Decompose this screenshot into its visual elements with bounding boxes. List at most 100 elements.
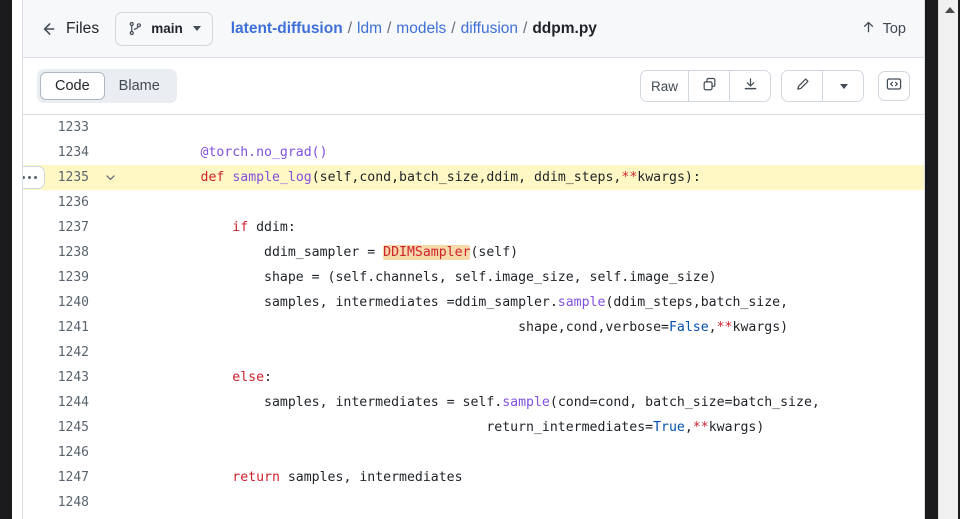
breadcrumb-separator: / bbox=[386, 19, 392, 37]
code-token: else bbox=[232, 370, 265, 385]
scroll-to-top-button[interactable]: Top bbox=[861, 19, 910, 39]
breadcrumb-item-diffusion[interactable]: diffusion bbox=[461, 20, 518, 38]
code-line-text bbox=[123, 440, 924, 465]
file-actions-group: Raw bbox=[639, 70, 771, 102]
edit-actions-group bbox=[781, 70, 864, 102]
code-line[interactable]: 1238 ddim_sampler = DDIMSampler(self) bbox=[23, 240, 924, 265]
file-viewer-window: Files main latent-diffusion / ldm / mode… bbox=[0, 0, 960, 519]
copy-button[interactable] bbox=[689, 71, 730, 101]
symbols-panel-button[interactable] bbox=[878, 71, 910, 101]
code-token: ** bbox=[692, 420, 709, 435]
code-token: @torch.no_grad() bbox=[200, 145, 328, 160]
page-background bbox=[12, 0, 22, 519]
code-line[interactable]: 1239 shape = (self.channels, self.image_… bbox=[23, 265, 924, 290]
branch-name-label: main bbox=[151, 21, 183, 36]
code-line[interactable]: 1247 return samples, intermediates bbox=[23, 465, 924, 490]
code-line[interactable]: 1242 bbox=[23, 340, 924, 365]
code-token: def bbox=[200, 170, 225, 185]
code-token: ** bbox=[716, 320, 733, 335]
chevron-down-icon bbox=[840, 83, 848, 89]
edit-dropdown-button[interactable] bbox=[823, 71, 863, 101]
line-number[interactable]: 1239 bbox=[23, 265, 97, 290]
code-token: (self) bbox=[470, 245, 519, 260]
download-icon bbox=[743, 77, 758, 95]
line-number[interactable]: 1248 bbox=[23, 490, 97, 515]
code-line[interactable]: 1234 @torch.no_grad() bbox=[23, 140, 924, 165]
tab-blame[interactable]: Blame bbox=[105, 72, 174, 100]
code-line[interactable]: 1237 if ddim: bbox=[23, 215, 924, 240]
code-line[interactable]: 1246 bbox=[23, 440, 924, 465]
line-number[interactable]: 1241 bbox=[23, 315, 97, 340]
code-token: samples, intermediates bbox=[279, 470, 463, 485]
line-number[interactable]: 1240 bbox=[23, 290, 97, 315]
code-line[interactable]: 1236 bbox=[23, 190, 924, 215]
line-number[interactable]: 1238 bbox=[23, 240, 97, 265]
code-line[interactable]: 1244 samples, intermediates = self.sampl… bbox=[23, 390, 924, 415]
tab-code[interactable]: Code bbox=[40, 72, 105, 100]
line-number[interactable]: 1245 bbox=[23, 415, 97, 440]
code-line[interactable]: 1243 else: bbox=[23, 365, 924, 390]
edit-file-button[interactable] bbox=[782, 71, 823, 101]
chevron-down-icon[interactable] bbox=[97, 165, 123, 190]
view-mode-tabs: Code Blame bbox=[37, 69, 177, 103]
code-line-text: return samples, intermediates bbox=[123, 465, 924, 490]
code-token: ** bbox=[621, 170, 638, 185]
scroll-to-top-label: Top bbox=[882, 20, 906, 37]
fold-placeholder bbox=[97, 215, 123, 240]
breadcrumb-separator: / bbox=[523, 19, 528, 37]
line-number[interactable]: 1233 bbox=[23, 115, 97, 140]
line-number[interactable]: 1244 bbox=[23, 390, 97, 415]
code-token: samples, intermediates =ddim_sampler. bbox=[137, 295, 558, 310]
window-scrollbar[interactable] bbox=[938, 0, 960, 519]
code-line[interactable]: 1248 bbox=[23, 490, 924, 515]
code-token: shape,cond,verbose= bbox=[137, 320, 669, 335]
code-line[interactable]: 1245 return_intermediates=True,**kwargs) bbox=[23, 415, 924, 440]
code-token: shape = (self.channels, self.image_size,… bbox=[137, 270, 717, 285]
code-token: sample bbox=[557, 295, 606, 310]
code-line[interactable]: 1240 samples, intermediates =ddim_sample… bbox=[23, 290, 924, 315]
line-number[interactable]: 1242 bbox=[23, 340, 97, 365]
highlighted-symbol: DDIMSampler bbox=[383, 245, 471, 260]
scroll-up-arrow-icon[interactable] bbox=[939, 0, 960, 20]
breadcrumb-item-ldm[interactable]: ldm bbox=[357, 20, 382, 38]
line-number[interactable]: 1234 bbox=[23, 140, 97, 165]
line-number[interactable]: 1243 bbox=[23, 365, 97, 390]
window-left-edge bbox=[0, 0, 12, 519]
kebab-menu-icon[interactable] bbox=[23, 166, 45, 189]
branch-selector-button[interactable]: main bbox=[115, 11, 213, 46]
back-to-files-button[interactable]: Files bbox=[39, 20, 99, 38]
scrollbar-track[interactable] bbox=[939, 20, 960, 519]
code-content[interactable]: 1233 1234 @torch.no_grad() 1235 def sample… bbox=[23, 115, 924, 519]
line-number[interactable]: 1246 bbox=[23, 440, 97, 465]
download-button[interactable] bbox=[730, 71, 770, 101]
raw-button[interactable]: Raw bbox=[640, 71, 689, 101]
line-number[interactable]: 1247 bbox=[23, 465, 97, 490]
code-line-text: shape = (self.channels, self.image_size,… bbox=[123, 265, 924, 290]
code-token: ddim_sampler = bbox=[137, 245, 384, 260]
chevron-down-icon bbox=[192, 26, 201, 31]
file-toolbar: Code Blame Raw bbox=[23, 58, 924, 115]
fold-placeholder bbox=[97, 340, 123, 365]
line-number[interactable]: 1236 bbox=[23, 190, 97, 215]
fold-placeholder bbox=[97, 240, 123, 265]
code-line-text: ddim_sampler = DDIMSampler(self) bbox=[123, 240, 924, 265]
code-line[interactable]: 1241 shape,cond,verbose=False,**kwargs) bbox=[23, 315, 924, 340]
code-line-text: samples, intermediates =ddim_sampler.sam… bbox=[123, 290, 924, 315]
fold-placeholder bbox=[97, 115, 123, 140]
code-token: : bbox=[264, 370, 272, 385]
code-brackets-icon bbox=[886, 76, 902, 97]
fold-placeholder bbox=[97, 390, 123, 415]
line-number[interactable]: 1237 bbox=[23, 215, 97, 240]
files-label: Files bbox=[66, 19, 100, 37]
breadcrumb-item-repo[interactable]: latent-diffusion bbox=[231, 20, 343, 38]
code-token: kwargs) bbox=[708, 420, 765, 435]
code-line[interactable]: 1233 bbox=[23, 115, 924, 140]
code-token: ddim: bbox=[248, 220, 296, 235]
code-token: False bbox=[668, 320, 709, 335]
breadcrumb-item-models[interactable]: models bbox=[396, 20, 446, 38]
code-line[interactable]: 1235 def sample_log(self,cond,batch_size… bbox=[23, 165, 924, 190]
breadcrumb-current-file: ddpm.py bbox=[532, 19, 597, 37]
